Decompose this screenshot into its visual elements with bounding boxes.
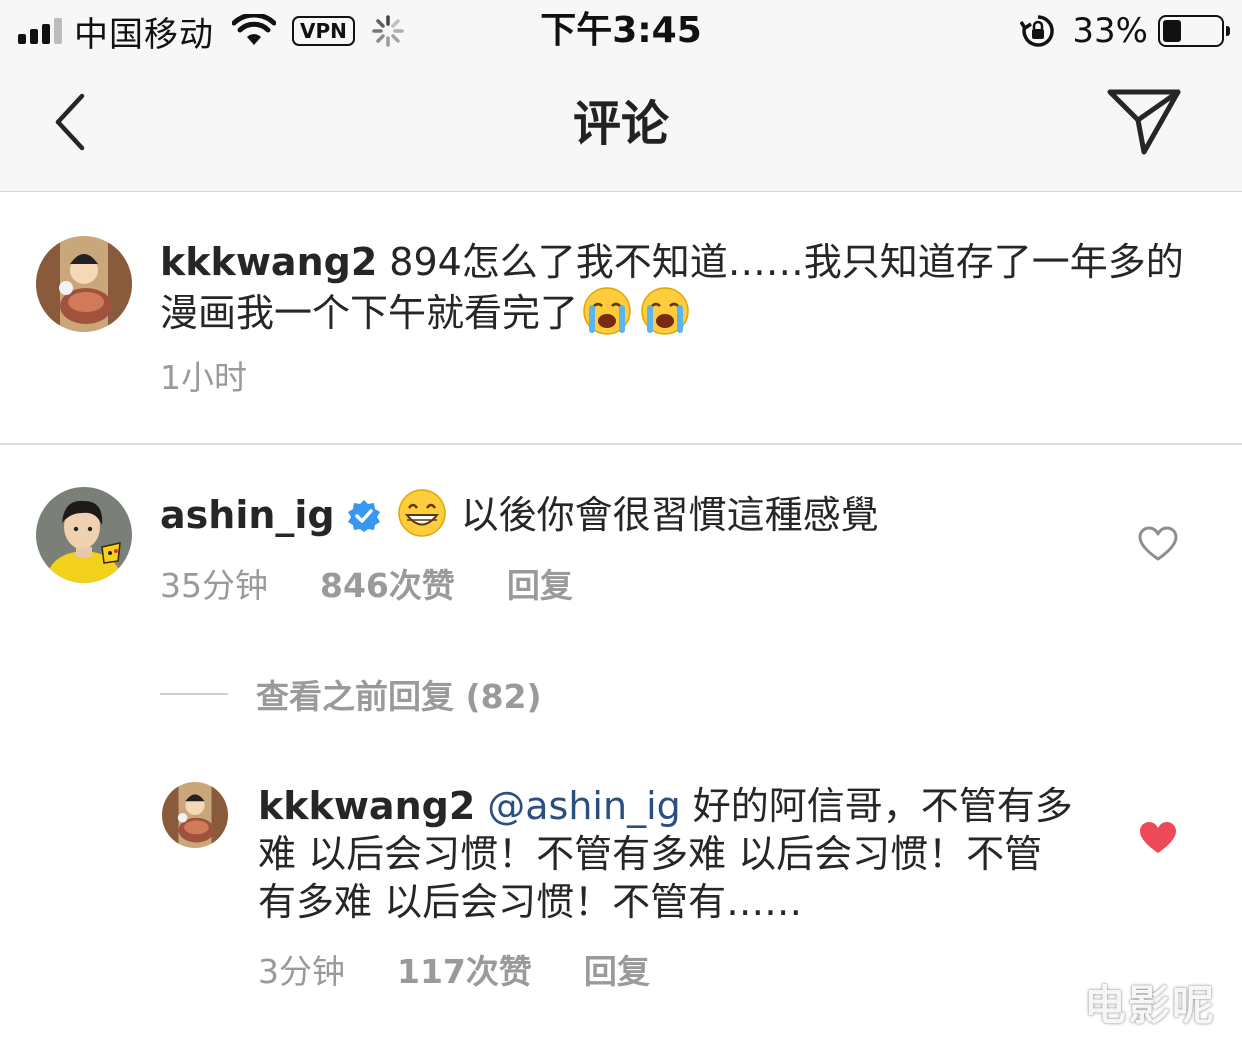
comment-meta: 35分钟 846次赞 回复 [160, 566, 573, 606]
crying-face-emoji-icon [641, 287, 689, 335]
comment-username[interactable]: kkkwang2 [258, 784, 475, 828]
divider-line [160, 693, 228, 695]
avatar[interactable] [36, 487, 132, 583]
verified-badge-icon [347, 500, 380, 532]
comment-username[interactable]: ashin_ig [160, 493, 335, 537]
heart-filled-icon[interactable] [1138, 820, 1178, 856]
avatar[interactable] [36, 236, 132, 332]
view-previous-replies[interactable]: 查看之前回复 (82) [160, 672, 542, 716]
comment-time: 35分钟 [160, 566, 268, 605]
comment-body: ashin_ig 以後你會很習慣這種感覺 [160, 488, 1100, 539]
reply-button[interactable]: 回复 [584, 952, 650, 992]
reply-button[interactable]: 回复 [507, 566, 573, 606]
nav-bar: 评论 [0, 62, 1242, 192]
comment-body: kkkwang2 894怎么了我不知道……我只知道存了一年多的漫画我一个下午就看完… [160, 238, 1200, 337]
heart-outline-icon[interactable] [1138, 526, 1178, 562]
crying-face-emoji-icon [583, 287, 631, 335]
view-previous-replies-label[interactable]: 查看之前回复 (82) [256, 670, 542, 718]
comment-time: 3分钟 [258, 952, 345, 991]
rotation-lock-icon [1020, 15, 1055, 47]
status-bar: 中国移动 VPN 下午3:45 33% [0, 0, 1242, 62]
page-title: 评论 [572, 96, 669, 152]
battery-fill [1163, 20, 1182, 42]
watermark: 电影呢 [1083, 981, 1216, 1030]
grinning-face-emoji-icon [397, 489, 446, 537]
avatar[interactable] [162, 782, 228, 848]
comment-likes[interactable]: 117次赞 [397, 952, 532, 992]
status-right: 33% [1020, 8, 1230, 54]
comment-time: 1小时 [160, 358, 247, 397]
battery-percent: 33% [1072, 11, 1148, 51]
paper-plane-icon[interactable] [1104, 86, 1184, 158]
mention-link[interactable]: @ashin_ig [487, 784, 681, 828]
comment-likes[interactable]: 846次赞 [320, 566, 455, 606]
comment-username[interactable]: kkkwang2 [160, 240, 377, 284]
comment-text: 以後你會很習慣這種感覺 [460, 493, 879, 537]
comment-meta: 1小时 [160, 358, 247, 398]
comment-body: kkkwang2 @ashin_ig 好的阿信哥，不管有多难 以后会习惯！不管有多难… [258, 782, 1078, 926]
divider [0, 443, 1242, 445]
battery-icon [1158, 15, 1230, 47]
comment-meta: 3分钟 117次赞 回复 [258, 952, 650, 992]
